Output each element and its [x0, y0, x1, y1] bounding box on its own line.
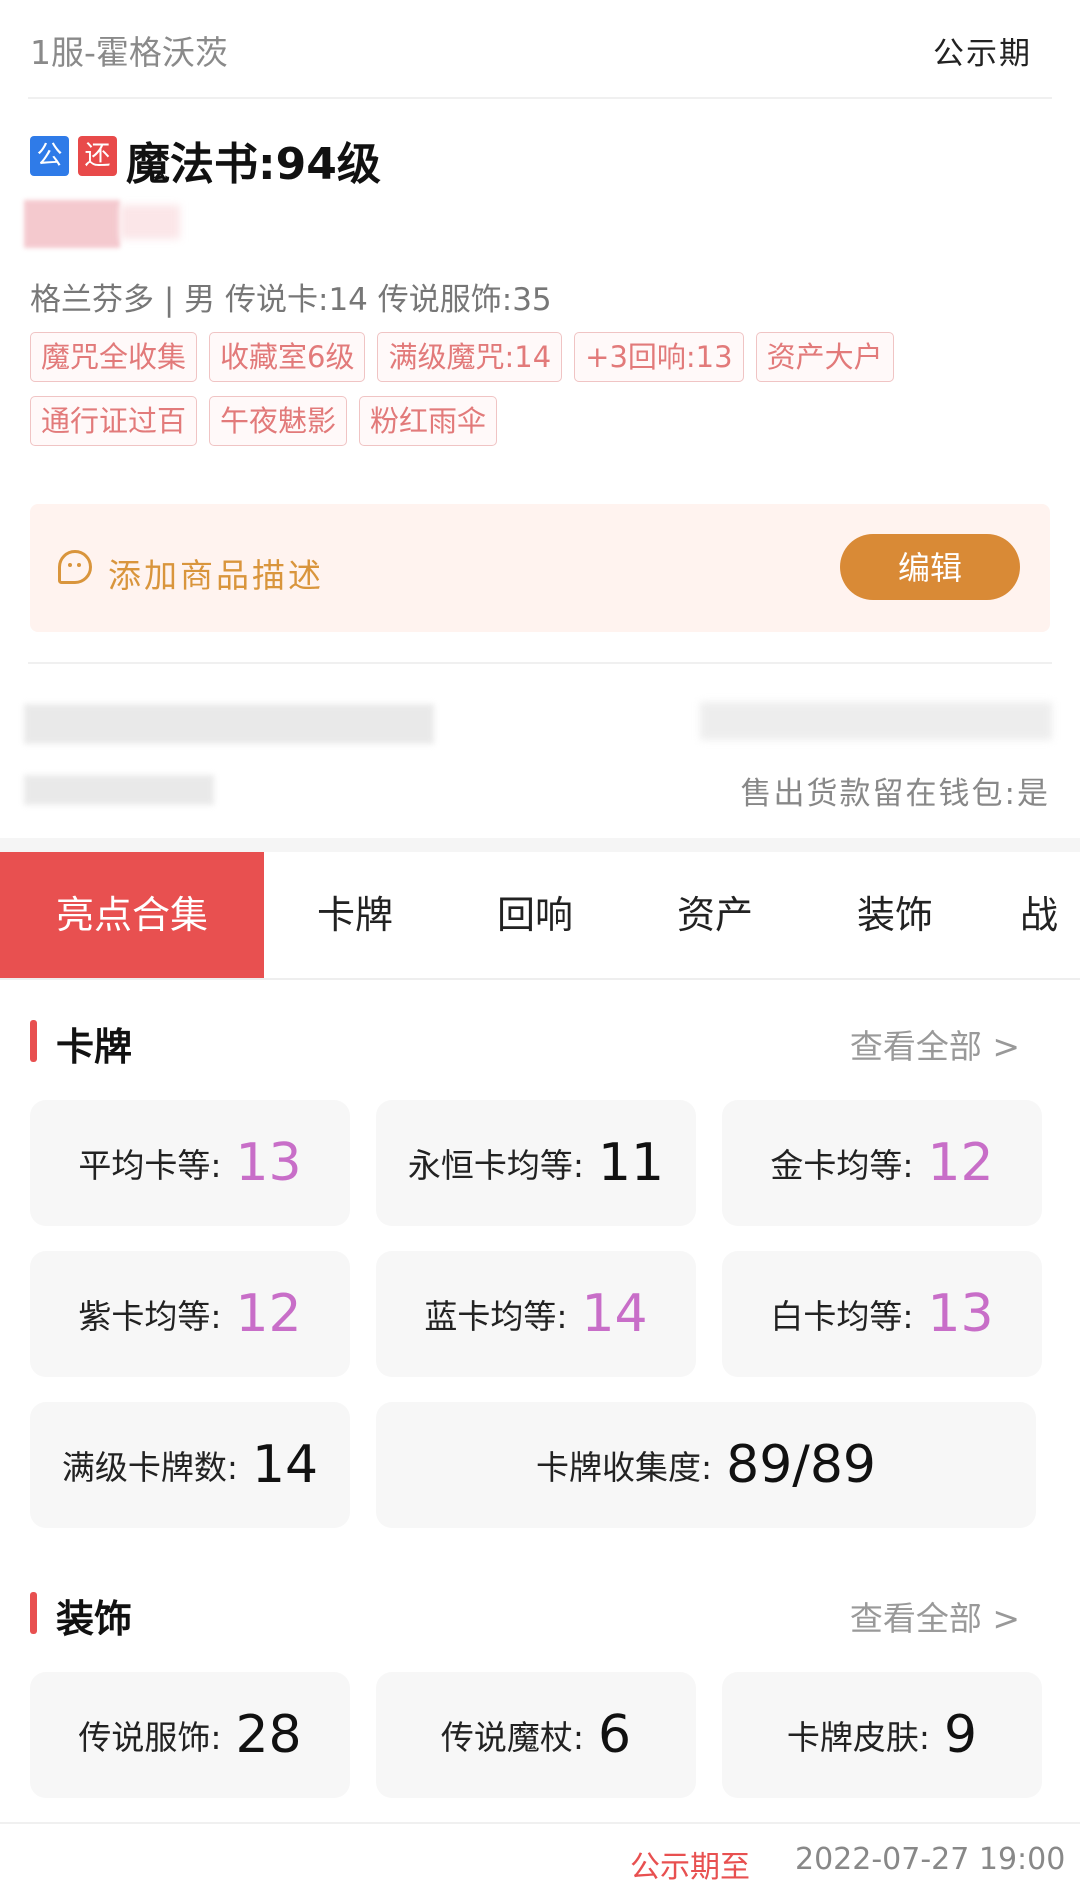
- stat-label: 卡牌皮肤:: [786, 1718, 931, 1757]
- comment-icon: [58, 550, 92, 584]
- server-name: 1服-霍格沃茨: [30, 33, 228, 72]
- publicity-end-time: 2022-07-27 19:00: [795, 1842, 1066, 1877]
- stat-value: 12: [927, 1133, 994, 1193]
- divider: [28, 97, 1052, 99]
- stat-card: 紫卡均等: 12: [30, 1251, 350, 1377]
- tab-echo[interactable]: 回响: [470, 852, 600, 978]
- stat-card: 金卡均等: 12: [722, 1100, 1042, 1226]
- redacted-price: [24, 200, 120, 248]
- tab-assets[interactable]: 资产: [650, 852, 780, 978]
- redacted-price-shadow: [120, 205, 180, 239]
- return-badge: 还: [78, 136, 117, 176]
- stat-card: 卡牌皮肤: 9: [722, 1672, 1042, 1798]
- tag: 通行证过百: [30, 396, 198, 446]
- stat-card: 卡牌收集度: 89/89: [376, 1402, 1036, 1528]
- tab-bar: 亮点合集 卡牌 回响 资产 装饰 战: [0, 852, 1080, 980]
- tab-battle[interactable]: 战: [1020, 852, 1080, 978]
- stat-value: 9: [944, 1705, 978, 1765]
- stat-value: 6: [598, 1705, 632, 1765]
- tag-list: 魔咒全收集 收藏室6级 满级魔咒:14 +3回响:13 资产大户 通行证过百 午夜魅影 粉红…: [30, 332, 1010, 460]
- stat-card: 永恒卡均等: 11: [376, 1100, 696, 1226]
- listing-status: 公示期: [933, 36, 1032, 72]
- stat-value: 89/89: [726, 1435, 876, 1495]
- stat-label: 蓝卡均等:: [424, 1297, 568, 1336]
- stat-card: 白卡均等: 13: [722, 1251, 1042, 1377]
- listing-title: 魔法书:94级: [126, 139, 381, 190]
- tag: 资产大户: [755, 332, 894, 382]
- tag: 收藏室6级: [209, 332, 366, 382]
- section-separator: [0, 838, 1080, 852]
- view-all-decor-link[interactable]: 查看全部 >: [850, 1592, 1020, 1640]
- stat-value: 12: [235, 1284, 302, 1344]
- stat-card: 满级卡牌数: 14: [30, 1402, 350, 1528]
- section-title-decor: 装饰: [56, 1597, 133, 1641]
- tag: +3回响:13: [574, 332, 744, 382]
- section-title-cards: 卡牌: [56, 1025, 133, 1069]
- stat-card: 平均卡等: 13: [30, 1100, 350, 1226]
- tab-decor[interactable]: 装饰: [830, 852, 960, 978]
- public-badge: 公: [30, 136, 69, 176]
- stat-label: 永恒卡均等:: [407, 1146, 584, 1185]
- section-marker: [30, 1020, 37, 1062]
- listing-summary: 格兰芬多 | 男 传说卡:14 传说服饰:35: [30, 282, 552, 318]
- stat-label: 传说魔杖:: [440, 1718, 585, 1757]
- stat-value: 14: [251, 1435, 319, 1495]
- tag: 粉红雨伞: [359, 396, 498, 446]
- stat-label: 卡牌收集度:: [536, 1448, 713, 1487]
- redacted-info: [24, 704, 434, 744]
- section-marker: [30, 1592, 37, 1634]
- stat-label: 传说服饰:: [78, 1718, 222, 1757]
- stat-value: 13: [927, 1284, 994, 1344]
- tag: 满级魔咒:14: [377, 332, 563, 382]
- edit-button[interactable]: 编辑: [840, 534, 1020, 600]
- publicity-end-label: 公示期至: [630, 1850, 750, 1885]
- stat-label: 白卡均等:: [770, 1297, 914, 1336]
- tab-highlights[interactable]: 亮点合集: [0, 852, 264, 978]
- stat-card: 传说魔杖: 6: [376, 1672, 696, 1798]
- stat-value: 28: [235, 1705, 302, 1765]
- stat-value: 13: [235, 1133, 302, 1193]
- stat-card: 传说服饰: 28: [30, 1672, 350, 1798]
- stat-label: 平均卡等:: [78, 1146, 222, 1185]
- redacted-info: [700, 702, 1052, 740]
- stat-value: 14: [581, 1284, 648, 1344]
- tag: 魔咒全收集: [30, 332, 198, 382]
- tag: 午夜魅影: [209, 396, 348, 446]
- stat-label: 满级卡牌数:: [61, 1448, 238, 1487]
- tab-cards[interactable]: 卡牌: [290, 852, 420, 978]
- stat-card: 蓝卡均等: 14: [376, 1251, 696, 1377]
- view-all-cards-link[interactable]: 查看全部 >: [850, 1020, 1020, 1068]
- stat-value: 11: [597, 1133, 665, 1193]
- wallet-note: 售出货款留在钱包:是: [740, 776, 1050, 812]
- stat-label: 紫卡均等:: [78, 1297, 222, 1336]
- stat-label: 金卡均等:: [770, 1146, 914, 1185]
- divider: [28, 662, 1052, 664]
- description-prompt[interactable]: 添加商品描述: [108, 549, 324, 597]
- divider: [0, 1822, 1080, 1824]
- redacted-info: [24, 775, 214, 805]
